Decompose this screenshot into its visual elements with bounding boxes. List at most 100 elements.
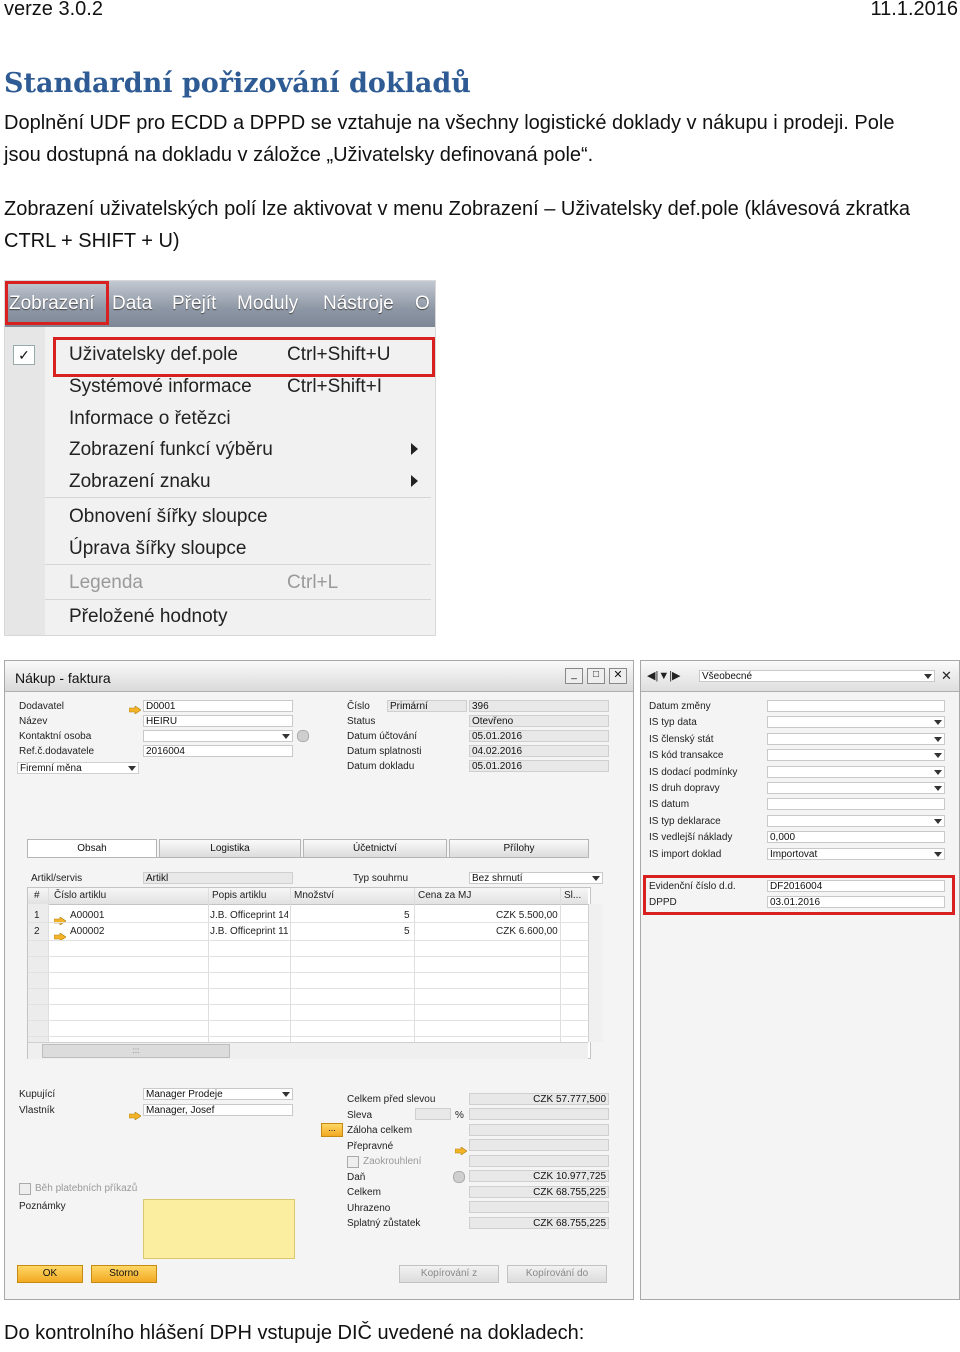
highlight-ecdd-dppd xyxy=(643,875,955,915)
notes-textarea[interactable] xyxy=(143,1199,295,1259)
label-nazev: Název xyxy=(19,716,48,727)
row-item-code: A00001 xyxy=(70,910,105,921)
chevron-down-icon xyxy=(128,766,136,771)
purchase-invoice-window: Nákup - faktura _ □ ✕ Dodavatel Název Ko… xyxy=(4,660,634,1300)
label-paid: Uhrazeno xyxy=(347,1203,391,1214)
grid-hscrollbar[interactable]: ::: xyxy=(28,1042,588,1059)
menu-separator xyxy=(45,599,431,600)
grid-vscrollbar[interactable] xyxy=(588,904,603,1042)
currency-select[interactable]: Firemní měna xyxy=(17,762,139,774)
row-quantity: 5 xyxy=(404,926,410,937)
chevron-down-icon xyxy=(592,876,600,881)
link-arrow-icon[interactable] xyxy=(53,912,67,926)
link-arrow-icon[interactable] xyxy=(128,1107,142,1121)
menu-gutter xyxy=(5,327,45,635)
row-item-code: A00002 xyxy=(70,926,105,937)
link-arrow-icon[interactable] xyxy=(454,1142,468,1156)
grid-col-line xyxy=(414,888,415,1058)
menu-o[interactable]: O xyxy=(415,293,430,315)
udf-is-import-doc-select[interactable]: Importovat xyxy=(767,848,945,860)
chevron-down-icon xyxy=(934,819,942,824)
udf-change-date-field[interactable] xyxy=(767,700,945,712)
paragraph-2-line-1: Zobrazení uživatelských polí lze aktivov… xyxy=(4,198,910,220)
menu-item-selection-functions[interactable]: Zobrazení funkcí výběru xyxy=(69,439,273,461)
info-icon[interactable] xyxy=(297,730,309,742)
tab-ucetnictvi[interactable]: Účetnictví xyxy=(303,839,447,857)
summary-type-select[interactable]: Bez shrnutí xyxy=(469,872,603,884)
row-description: J.B. Officeprint 14 xyxy=(210,910,288,921)
checkmark-icon: ✓ xyxy=(13,345,35,365)
menu-item-translated-values[interactable]: Přeložené hodnoty xyxy=(69,606,227,628)
doc-number-field[interactable]: 396 xyxy=(469,700,609,712)
chevron-down-icon xyxy=(934,720,942,725)
label-datum-uctovani: Datum účtování xyxy=(347,731,418,742)
menu-item-reset-col-width[interactable]: Obnovení šířky sloupce xyxy=(69,506,268,528)
submenu-arrow-icon xyxy=(411,443,418,455)
freight-value xyxy=(469,1139,609,1151)
row-price: CZK 6.600,00 xyxy=(496,926,558,937)
label-total-before-discount: Celkem před slevou xyxy=(347,1094,436,1105)
link-arrow-icon[interactable] xyxy=(53,928,67,942)
tab-obsah[interactable]: Obsah xyxy=(27,839,157,857)
udf-is-transport-select[interactable] xyxy=(767,782,945,794)
maximize-icon[interactable]: □ xyxy=(587,668,605,684)
due-date-field[interactable]: 04.02.2016 xyxy=(469,745,609,757)
udf-is-declaration-type-select[interactable] xyxy=(767,815,945,827)
item-type-select[interactable]: Artikl xyxy=(143,872,293,884)
label-ref-dodavatele: Ref.č.dodavatele xyxy=(19,746,95,757)
supplier-field[interactable]: D0001 xyxy=(143,700,293,712)
ok-button[interactable]: OK xyxy=(17,1265,83,1283)
udf-is-member-state-select[interactable] xyxy=(767,733,945,745)
name-field[interactable]: HEIRU xyxy=(143,715,293,727)
label-total: Celkem xyxy=(347,1187,381,1198)
grid-row-line xyxy=(28,1020,588,1021)
udf-is-transaction-code-select[interactable] xyxy=(767,749,945,761)
payment-orders-checkbox[interactable] xyxy=(19,1183,31,1195)
menu-item-system-info[interactable]: Systémové informace xyxy=(69,376,252,398)
owner-field[interactable]: Manager, Josef xyxy=(143,1104,293,1116)
grid-col-line xyxy=(290,888,291,1058)
chevron-down-icon xyxy=(282,1092,290,1097)
udf-category-select[interactable]: Všeobecné xyxy=(699,670,935,682)
menu-item-legend[interactable]: Legenda xyxy=(69,572,143,594)
udf-is-delivery-terms-select[interactable] xyxy=(767,766,945,778)
copy-to-button[interactable]: Kopírování do xyxy=(507,1265,607,1283)
doc-version: verze 3.0.2 xyxy=(4,0,103,20)
menu-item-show-char[interactable]: Zobrazení znaku xyxy=(69,471,211,493)
menu-moduly[interactable]: Moduly xyxy=(237,293,298,315)
tab-logistika[interactable]: Logistika xyxy=(159,839,301,857)
label-cislo: Číslo xyxy=(347,701,370,712)
discount-percent-field[interactable] xyxy=(415,1108,451,1120)
udf-is-side-costs-field[interactable]: 0,000 xyxy=(767,831,945,843)
label-buyer: Kupující xyxy=(19,1089,56,1100)
close-icon[interactable]: ✕ xyxy=(941,668,952,684)
scroll-thumb[interactable]: ::: xyxy=(42,1044,230,1058)
supplier-ref-field[interactable]: 2016004 xyxy=(143,745,293,757)
nav-arrows-icon[interactable]: ◀|▼|▶ xyxy=(647,669,681,682)
posting-date-field[interactable]: 05.01.2016 xyxy=(469,730,609,742)
doc-date-field[interactable]: 05.01.2016 xyxy=(469,760,609,772)
number-type-select[interactable]: Primární xyxy=(387,700,467,712)
udf-is-date-field[interactable] xyxy=(767,798,945,810)
menu-item-adjust-col-width[interactable]: Úprava šířky sloupce xyxy=(69,538,246,560)
cancel-button[interactable]: Storno xyxy=(91,1265,157,1283)
rounding-checkbox[interactable] xyxy=(347,1156,359,1168)
buyer-select[interactable]: Manager Prodeje xyxy=(143,1088,293,1100)
menu-item-chain-info[interactable]: Informace o řetězci xyxy=(69,408,231,430)
udf-is-data-type-select[interactable] xyxy=(767,716,945,728)
tab-prilohy[interactable]: Přílohy xyxy=(449,839,589,857)
minimize-icon[interactable]: _ xyxy=(565,668,583,684)
close-icon[interactable]: ✕ xyxy=(609,668,627,684)
menu-nastroje[interactable]: Nástroje xyxy=(323,293,394,315)
menu-prejit[interactable]: Přejít xyxy=(172,293,216,315)
label-notes: Poznámky xyxy=(19,1201,66,1212)
label-tax: Daň xyxy=(347,1172,366,1183)
contact-person-field[interactable] xyxy=(143,730,293,742)
link-arrow-icon[interactable] xyxy=(128,701,142,715)
section-heading: Standardní pořizování dokladů xyxy=(4,68,471,99)
prepayment-button[interactable]: ... xyxy=(321,1123,343,1137)
info-icon[interactable] xyxy=(453,1171,465,1183)
closing-text: Do kontrolního hlášení DPH vstupuje DIČ … xyxy=(4,1322,585,1344)
menu-data[interactable]: Data xyxy=(112,293,152,315)
copy-from-button[interactable]: Kopírování z xyxy=(399,1265,499,1283)
